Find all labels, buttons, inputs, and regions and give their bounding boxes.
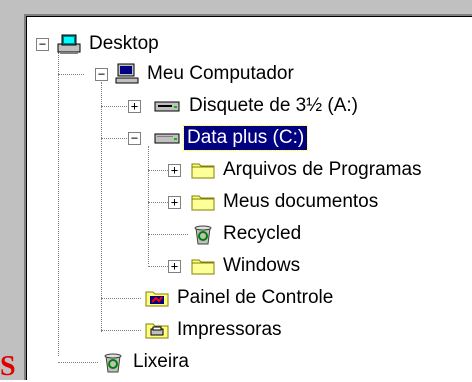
- tree-node-meus-documentos[interactable]: Meus documentos: [220, 186, 381, 218]
- tree-label: Arquivos de Programas: [223, 159, 422, 180]
- collapse-data-plus-button[interactable]: −: [128, 132, 141, 145]
- tree-node-disquete[interactable]: Disquete de 3½ (A:): [186, 90, 361, 122]
- folder-icon: [190, 190, 216, 214]
- tree-label: Recycled: [223, 223, 302, 244]
- control-panel-icon: [144, 286, 170, 310]
- folder-tree[interactable]: − Desktop − Meu Computador + Disquete de…: [24, 14, 472, 380]
- expand-windows-button[interactable]: +: [168, 260, 181, 273]
- tree-line: [58, 52, 59, 356]
- tree-node-desktop[interactable]: Desktop: [86, 28, 162, 60]
- folder-icon: [190, 158, 216, 182]
- tree-node-meu-computador[interactable]: Meu Computador: [144, 58, 297, 90]
- tree-label: Disquete de 3½ (A:): [189, 95, 358, 116]
- tree-label: Meus documentos: [223, 191, 379, 212]
- floppy-drive-icon: [154, 94, 180, 118]
- tree-label: Painel de Controle: [177, 287, 334, 308]
- tree-label: Windows: [223, 255, 301, 276]
- desktop-icon: [56, 32, 82, 56]
- tree-label: Desktop: [89, 33, 159, 54]
- tree-line: [101, 138, 127, 139]
- tree-line: [58, 74, 84, 75]
- expand-disquete-button[interactable]: +: [128, 100, 141, 113]
- tree-label-selected: Data plus (C:): [182, 125, 309, 151]
- computer-icon: [114, 62, 140, 86]
- printers-folder-icon: [144, 318, 170, 342]
- expand-arquivos-button[interactable]: +: [168, 164, 181, 177]
- collapse-meu-computador-button[interactable]: −: [95, 68, 108, 81]
- tree-line: [148, 146, 149, 264]
- tree-line: [101, 330, 141, 331]
- tree-label: Meu Computador: [147, 63, 294, 84]
- tree-label: Lixeira: [133, 351, 189, 372]
- tree-node-data-plus[interactable]: Data plus (C:): [182, 122, 309, 154]
- tree-line: [101, 106, 127, 107]
- tree-line: [148, 234, 188, 235]
- corner-text-fragment: S: [0, 351, 16, 382]
- tree-node-recycled[interactable]: Recycled: [220, 218, 304, 250]
- recycle-bin-icon: [190, 222, 216, 246]
- expand-meus-documentos-button[interactable]: +: [168, 196, 181, 209]
- recycle-bin-icon: [100, 350, 126, 374]
- tree-node-impressoras[interactable]: Impressoras: [174, 314, 285, 346]
- tree-label: Impressoras: [177, 319, 282, 340]
- tree-node-lixeira[interactable]: Lixeira: [130, 346, 192, 378]
- tree-node-windows[interactable]: Windows: [220, 250, 303, 282]
- tree-line: [101, 82, 102, 332]
- hard-drive-icon: [154, 126, 180, 150]
- tree-line: [101, 298, 141, 299]
- tree-node-arquivos[interactable]: Arquivos de Programas: [220, 154, 425, 186]
- tree-line: [58, 362, 98, 363]
- collapse-desktop-button[interactable]: −: [36, 38, 49, 51]
- folder-icon: [190, 254, 216, 278]
- tree-node-painel-de-controle[interactable]: Painel de Controle: [174, 282, 336, 314]
